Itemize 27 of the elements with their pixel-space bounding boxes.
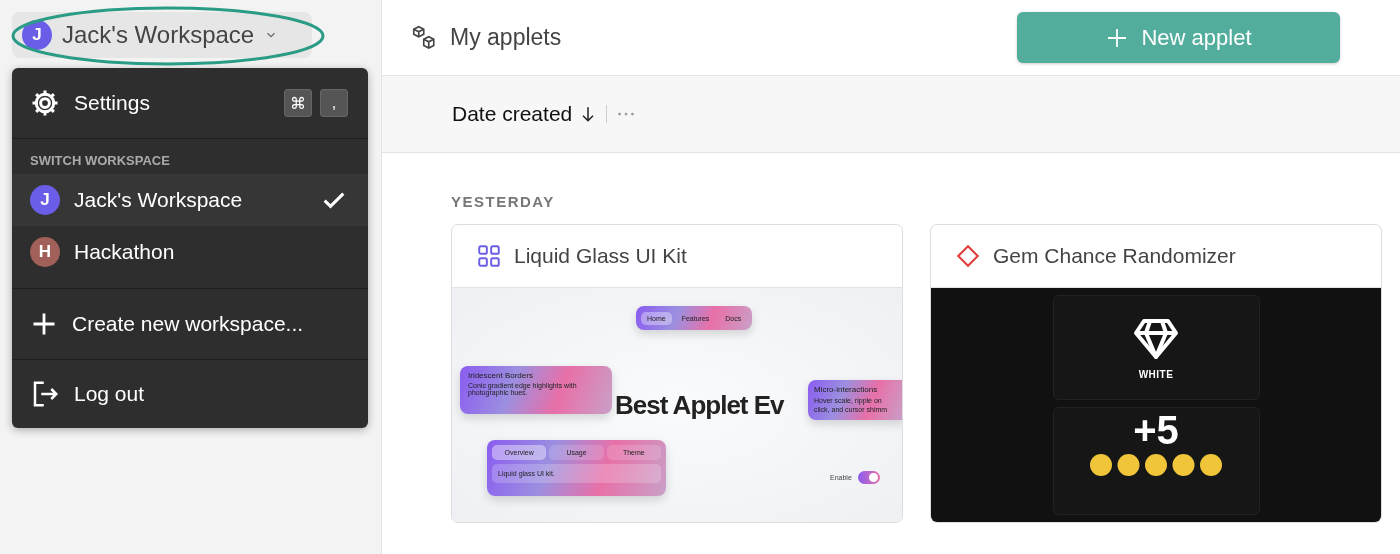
applet-card[interactable] <box>451 224 903 523</box>
amount: +5 <box>1133 408 1179 453</box>
workspace-switcher[interactable]: J Jack's Workspace <box>12 12 312 58</box>
feature-title: Iridescent Borders <box>468 371 534 380</box>
shortcut-key: ⌘ <box>284 89 312 117</box>
menu-item[interactable]: Settings ⌘ , <box>12 68 368 138</box>
diamond-icon <box>955 243 981 269</box>
shortcut-key: , <box>320 89 348 117</box>
feature-title: Micro-interactions <box>814 385 879 395</box>
group-label: YESTERDAY <box>451 193 556 210</box>
avatar: H <box>30 237 60 267</box>
page-title: My applets <box>450 24 562 51</box>
headline: Best Applet Ev <box>615 390 784 421</box>
workspace-item[interactable]: J Jack's Workspace <box>12 174 368 226</box>
grid-icon <box>476 243 502 269</box>
section-label: SWITCH WORKSPACE <box>29 152 171 170</box>
sort-button[interactable]: Date created <box>452 102 599 126</box>
applet-card[interactable]: Gem Chance Randomizer WHITE +5 <box>930 224 1382 523</box>
menu-item[interactable]: Log out <box>12 359 368 428</box>
gem-label: WHITE <box>1138 369 1174 380</box>
applet-title: Gem Chance Randomizer <box>993 244 1236 268</box>
toggle-switch[interactable] <box>857 471 880 484</box>
applet-title: Liquid Glass UI Kit <box>514 244 687 268</box>
gear-icon <box>30 88 60 118</box>
menu-item[interactable]: Create new workspace... <box>12 288 368 359</box>
avatar: J <box>30 185 60 215</box>
workspace-item[interactable]: H Hackathon <box>12 226 368 278</box>
